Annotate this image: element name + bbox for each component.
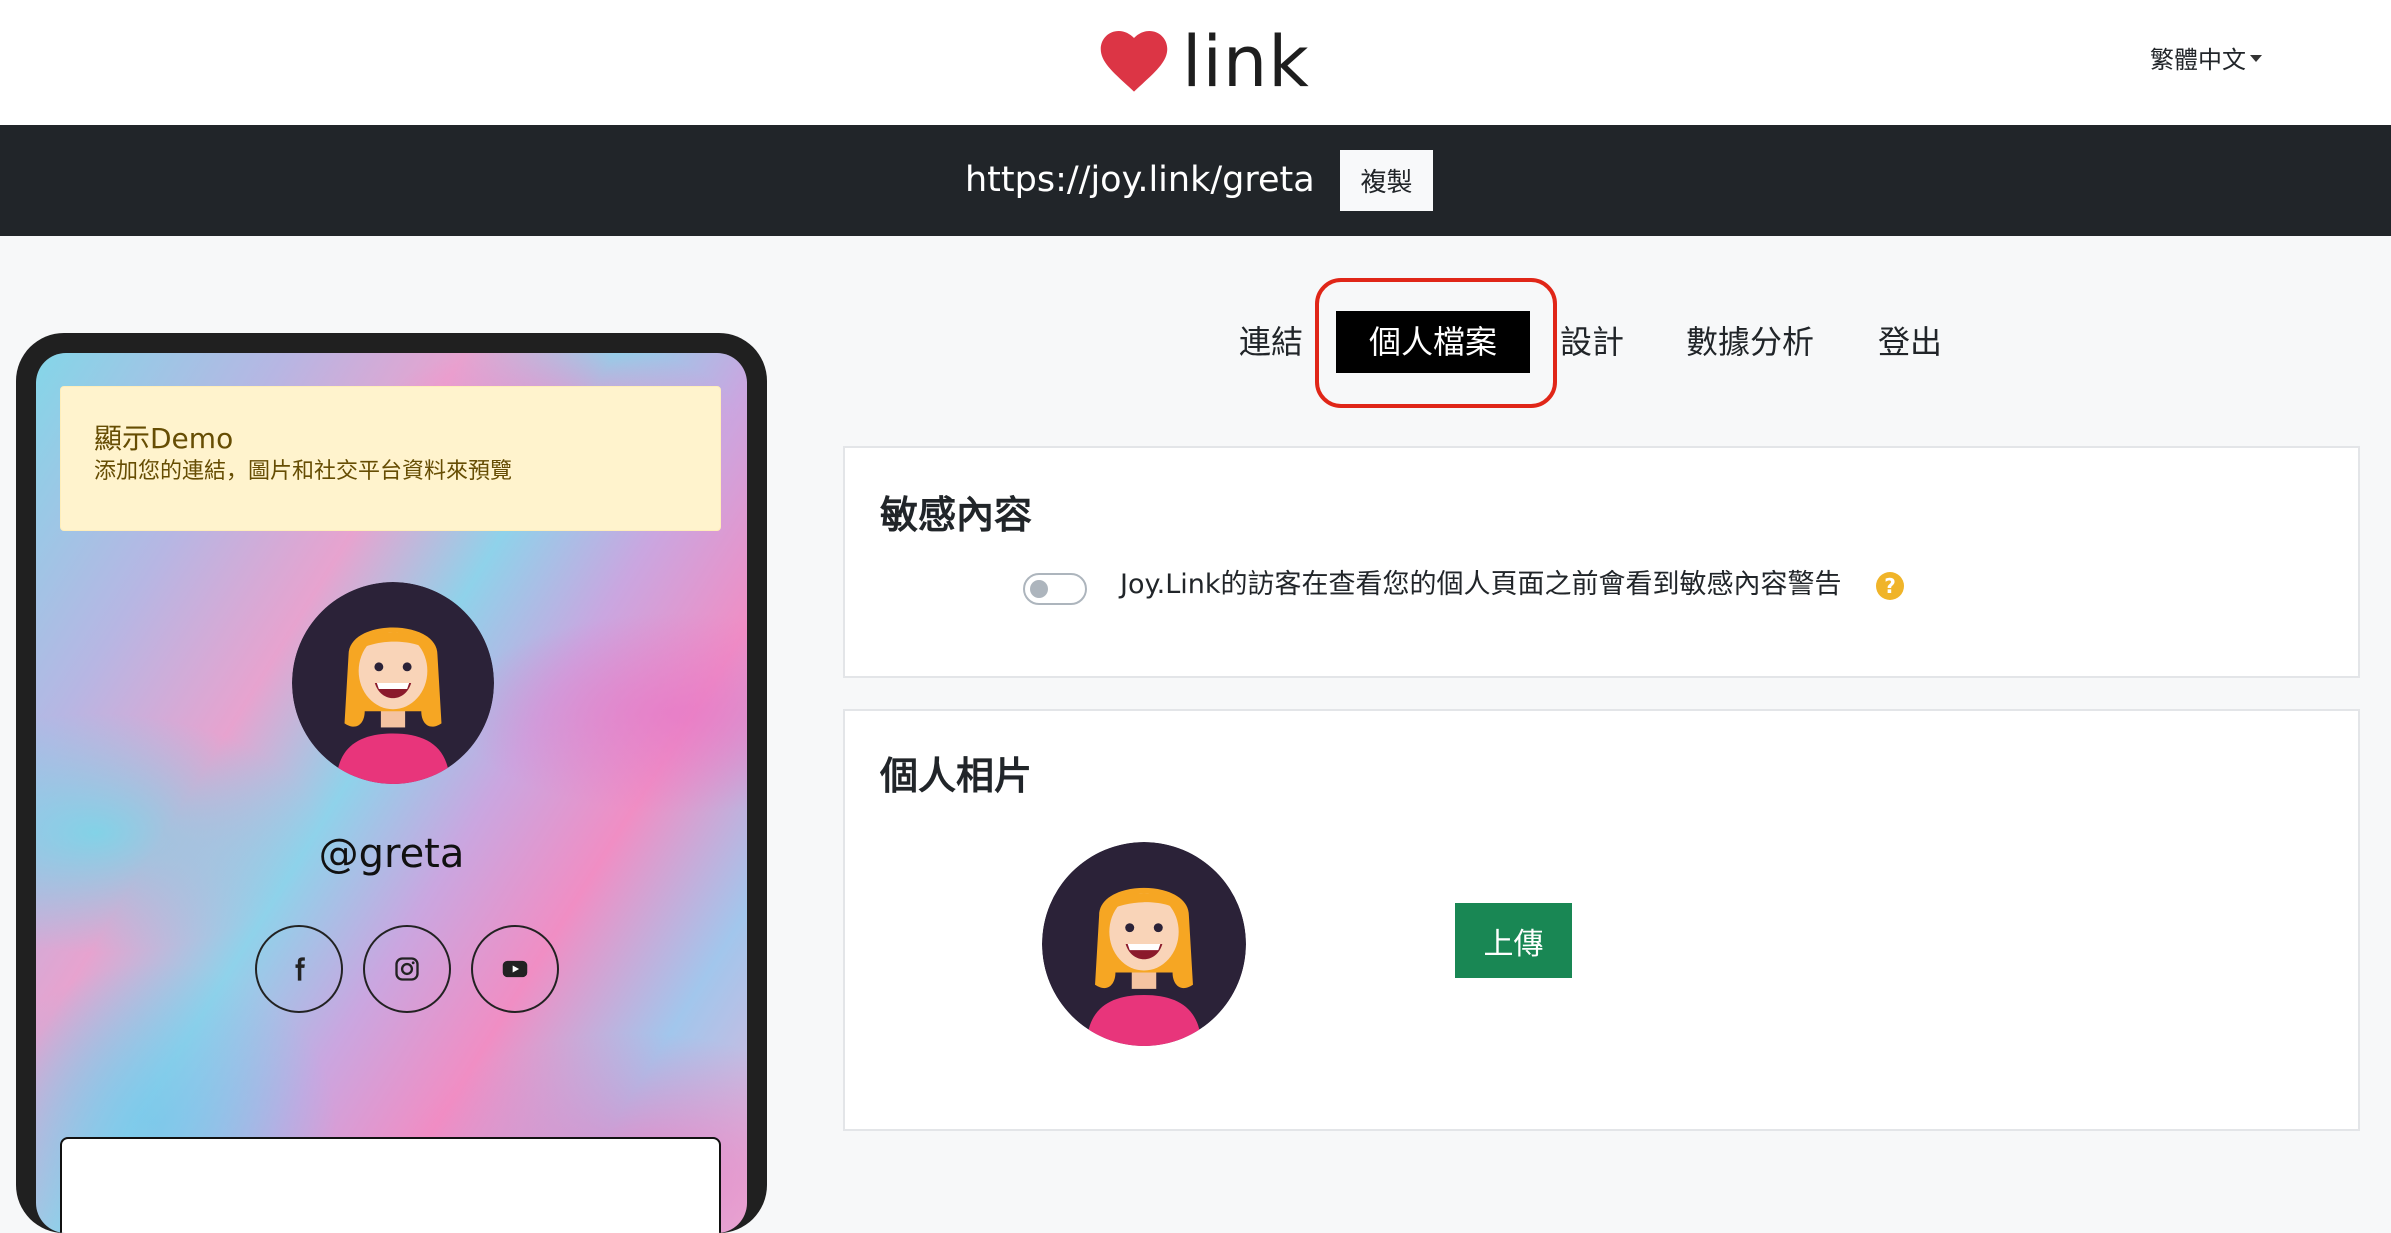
- joy-link-logo[interactable]: link: [1100, 22, 1310, 102]
- tab-logout[interactable]: 登出: [1878, 311, 1942, 373]
- youtube-icon: [502, 960, 528, 978]
- top-header: link 繁體中文: [0, 0, 2391, 125]
- profile-url-bar: https://joy.link/greta 複製: [0, 125, 2391, 236]
- demo-alert: 顯示Demo 添加您的連結，圖片和社交平台資料來預覽: [60, 386, 721, 531]
- demo-alert-title: 顯示Demo: [94, 422, 234, 455]
- heart-icon: [1100, 31, 1168, 92]
- copy-url-button[interactable]: 複製: [1340, 150, 1433, 211]
- language-selector[interactable]: 繁體中文: [2150, 40, 2262, 75]
- profile-photo-avatar: [1042, 842, 1246, 1046]
- upload-photo-button[interactable]: 上傳: [1455, 903, 1572, 978]
- instagram-button[interactable]: [363, 925, 451, 1013]
- profile-photo-card: 個人相片 上傳: [843, 709, 2360, 1131]
- avatar-image: [1042, 842, 1246, 1046]
- profile-url: https://joy.link/greta: [965, 160, 1315, 200]
- instagram-icon: [395, 957, 419, 981]
- facebook-icon: [295, 957, 305, 981]
- sensitive-content-card: 敏感內容 Joy.Link的訪客在查看您的個人頁面之前會看到敏感內容警告 ?: [843, 446, 2360, 678]
- phone-screen-background: 顯示Demo 添加您的連結，圖片和社交平台資料來預覽 @greta: [36, 353, 747, 1233]
- sensitive-content-label: Joy.Link的訪客在查看您的個人頁面之前會看到敏感內容警告: [1120, 569, 1842, 600]
- caret-down-icon: [2250, 55, 2262, 62]
- red-highlight-annotation: [1315, 278, 1557, 408]
- preview-username: @greta: [318, 831, 465, 877]
- phone-preview: 顯示Demo 添加您的連結，圖片和社交平台資料來預覽 @greta: [16, 333, 767, 1233]
- profile-photo-title: 個人相片: [880, 754, 1033, 798]
- sensitive-content-toggle[interactable]: [1023, 573, 1087, 605]
- facebook-button[interactable]: [255, 925, 343, 1013]
- language-label: 繁體中文: [2150, 46, 2246, 74]
- demo-alert-subtitle: 添加您的連結，圖片和社交平台資料來預覽: [94, 459, 513, 484]
- youtube-button[interactable]: [471, 925, 559, 1013]
- help-icon[interactable]: ?: [1876, 572, 1904, 600]
- tab-links[interactable]: 連結: [1239, 311, 1303, 373]
- tab-analytics[interactable]: 數據分析: [1686, 311, 1814, 373]
- toggle-knob: [1030, 580, 1048, 598]
- logo-text: link: [1182, 21, 1310, 103]
- preview-link-button[interactable]: [60, 1137, 721, 1233]
- sensitive-content-title: 敏感內容: [880, 493, 1033, 537]
- avatar-image: [292, 582, 494, 784]
- preview-avatar: [292, 582, 494, 784]
- tab-design[interactable]: 設計: [1560, 311, 1624, 373]
